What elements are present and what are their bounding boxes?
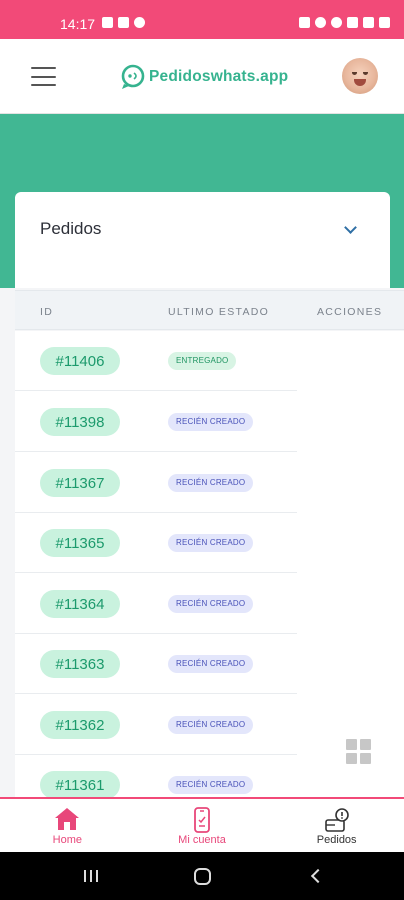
house-icon [55, 808, 80, 830]
bottom-nav: Home Mi cuenta Pedidos [0, 797, 404, 852]
dnd-icon [134, 17, 145, 28]
status-badge: RECIÉN CREADO [168, 655, 254, 673]
status-badge: RECIÉN CREADO [168, 716, 254, 734]
column-header-id: ID [40, 306, 54, 318]
order-id-pill[interactable]: #11362 [40, 711, 120, 739]
notification-icons [102, 17, 145, 28]
table-row[interactable]: #11367 RECIÉN CREADO [15, 453, 297, 513]
menu-icon[interactable] [31, 67, 56, 86]
status-time: 14:17 [60, 16, 96, 32]
logo-text: Pedidoswhats.app [149, 68, 289, 85]
app-header: Pedidoswhats.app [0, 39, 404, 114]
table-row[interactable]: #11364 RECIÉN CREADO [15, 574, 297, 634]
phone-icon [194, 807, 210, 833]
home-circle-icon[interactable] [194, 868, 211, 885]
status-badge: RECIÉN CREADO [168, 595, 254, 613]
signal-icon [363, 17, 374, 28]
grid-icon[interactable] [346, 739, 371, 764]
table-row[interactable]: #11406 ENTREGADO [15, 331, 297, 391]
order-id-pill[interactable]: #11364 [40, 590, 120, 618]
recents-icon[interactable] [84, 870, 98, 882]
status-badge: RECIÉN CREADO [168, 776, 254, 794]
table-row[interactable]: #11398 RECIÉN CREADO [15, 392, 297, 452]
system-icons [299, 17, 390, 28]
alarm-icon [299, 17, 310, 28]
table-row[interactable]: #11363 RECIÉN CREADO [15, 634, 297, 694]
nav-item-account[interactable]: Mi cuenta [135, 799, 270, 852]
order-id-pill[interactable]: #11406 [40, 347, 120, 375]
back-icon[interactable] [310, 868, 326, 884]
order-id-pill[interactable]: #11367 [40, 469, 120, 497]
status-badge: RECIÉN CREADO [168, 474, 254, 492]
data-icon [347, 17, 358, 28]
nav-item-home[interactable]: Home [0, 799, 135, 852]
status-badge: RECIÉN CREADO [168, 413, 254, 431]
nav-label-account: Mi cuenta [178, 834, 226, 846]
chat-bubble-icon [121, 64, 145, 89]
table-row[interactable]: #11365 RECIÉN CREADO [15, 513, 297, 573]
status-badge: ENTREGADO [168, 352, 237, 370]
battery-icon [379, 17, 390, 28]
card-title: Pedidos [40, 219, 102, 238]
column-header-actions: ACCIONES [317, 306, 383, 318]
order-id-pill[interactable]: #11398 [40, 408, 120, 436]
table-row[interactable]: #11361 RECIÉN CREADO [15, 755, 297, 797]
status-bar: 14:17 [0, 0, 404, 39]
avatar[interactable] [342, 58, 378, 94]
logo[interactable]: Pedidoswhats.app [120, 64, 288, 90]
orders-icon [324, 808, 349, 832]
image-icon [118, 17, 129, 28]
orders-table-body[interactable]: #11406 ENTREGADO #11398 RECIÉN CREADO #1… [15, 331, 404, 797]
orders-card: Pedidos [15, 192, 390, 288]
table-row[interactable]: #11362 RECIÉN CREADO [15, 695, 297, 755]
order-id-pill[interactable]: #11361 [40, 771, 120, 797]
status-badge: RECIÉN CREADO [168, 534, 254, 552]
system-nav-bar [0, 852, 404, 900]
wifi-icon [331, 17, 342, 28]
nav-label-orders: Pedidos [316, 834, 357, 846]
location-icon [315, 17, 326, 28]
gallery-icon [102, 17, 113, 28]
order-id-pill[interactable]: #11365 [40, 529, 120, 557]
chevron-down-icon[interactable] [344, 221, 357, 234]
table-header: ID ULTIMO ESTADO ACCIONES [15, 290, 404, 330]
nav-item-orders[interactable]: Pedidos [269, 799, 404, 852]
nav-label-home: Home [52, 834, 82, 846]
order-id-pill[interactable]: #11363 [40, 650, 120, 678]
column-header-status: ULTIMO ESTADO [168, 306, 270, 318]
